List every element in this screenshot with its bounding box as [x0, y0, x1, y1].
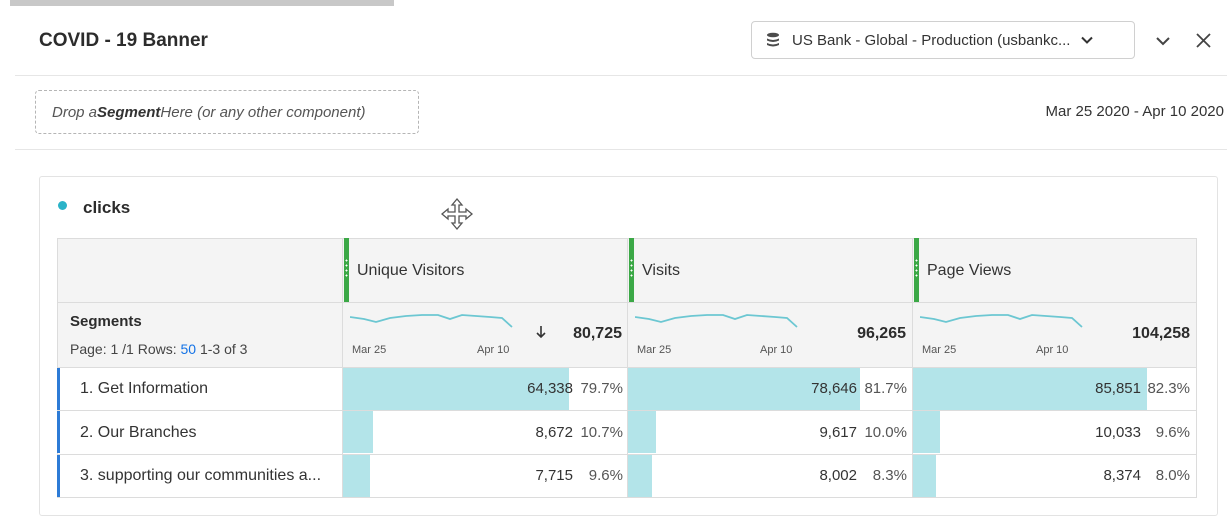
- cell-bar: [628, 455, 652, 497]
- dimension-header-segments[interactable]: Segments: [70, 313, 142, 330]
- move-icon[interactable]: [440, 197, 474, 231]
- cell-percent: 82.3%: [1147, 380, 1190, 397]
- cell-value: 7,715: [535, 467, 573, 484]
- drop-zone-suffix: Here (or any other component): [160, 103, 366, 121]
- metric-header-visits[interactable]: Visits: [642, 262, 680, 280]
- sparkline-start-date: Mar 25: [637, 344, 672, 356]
- row-label[interactable]: 3. supporting our communities a...: [80, 467, 321, 485]
- cell-percent: 8.0%: [1155, 467, 1190, 484]
- sparkline-visits: [635, 314, 798, 328]
- cell-percent: 9.6%: [588, 467, 623, 484]
- panel-title: COVID - 19 Banner: [39, 30, 208, 51]
- top-scroll-strip: [10, 0, 394, 6]
- cell-percent: 8.3%: [872, 467, 907, 484]
- sparkline-end-date: Apr 10: [760, 344, 793, 356]
- column-divider: [1196, 238, 1197, 498]
- metric-drag-handle[interactable]: [629, 238, 634, 302]
- dropzone-divider: [15, 149, 1227, 150]
- metric-header-unique-visitors[interactable]: Unique Visitors: [357, 262, 464, 280]
- page-indicator: Page: 1 /1: [70, 341, 134, 357]
- cell-bar: [913, 411, 940, 453]
- pagination-info: Page: 1 /1 Rows: 50 1-3 of 3: [70, 341, 247, 357]
- visualization-title[interactable]: clicks: [83, 198, 130, 218]
- date-range[interactable]: Mar 25 2020 - Apr 10 2020: [1046, 103, 1224, 120]
- sparkline-unique-visitors: [350, 314, 513, 328]
- sparkline-start-date: Mar 25: [922, 344, 957, 356]
- cell-value: 8,672: [535, 424, 573, 441]
- total-unique-visitors: 80,725: [573, 325, 622, 342]
- drop-zone-bold: Segment: [97, 103, 161, 121]
- total-page-views: 104,258: [1132, 325, 1190, 342]
- cell-value: 8,002: [819, 467, 857, 484]
- cell-percent: 81.7%: [864, 380, 907, 397]
- cell-value: 8,374: [1103, 467, 1141, 484]
- cell-value: 78,646: [811, 380, 857, 397]
- rows-label: Rows:: [137, 341, 177, 357]
- database-icon: [767, 32, 779, 47]
- close-icon[interactable]: [1195, 32, 1212, 49]
- cell-bar: [628, 411, 656, 453]
- metric-drag-handle[interactable]: [344, 238, 349, 302]
- cell-percent: 10.7%: [580, 424, 623, 441]
- sparkline-page-views: [920, 314, 1083, 328]
- metric-header-page-views[interactable]: Page Views: [927, 262, 1011, 280]
- cell-bar: [343, 411, 373, 453]
- cell-percent: 79.7%: [580, 380, 623, 397]
- segment-drop-zone[interactable]: Drop a Segment Here (or any other compon…: [35, 90, 419, 134]
- cell-value: 10,033: [1095, 424, 1141, 441]
- collapse-panel-chevron-icon[interactable]: [1155, 34, 1171, 48]
- cell-value: 85,851: [1095, 380, 1141, 397]
- sparkline-start-date: Mar 25: [352, 344, 387, 356]
- metric-drag-handle[interactable]: [914, 238, 919, 302]
- data-source-label: US Bank - Global - Production (usbankc..…: [792, 31, 1071, 49]
- visualization-status-dot: [58, 201, 67, 210]
- row-label[interactable]: 2. Our Branches: [80, 424, 197, 442]
- row-marker: [57, 368, 60, 410]
- row-range: 1-3 of 3: [199, 341, 248, 357]
- cell-bar: [913, 455, 936, 497]
- total-visits: 96,265: [857, 325, 906, 342]
- cell-value: 64,338: [527, 380, 573, 397]
- chevron-down-icon: [1081, 36, 1094, 44]
- cell-percent: 9.6%: [1155, 424, 1190, 441]
- cell-bar: [343, 455, 370, 497]
- header-divider: [15, 75, 1227, 76]
- rows-per-page-link[interactable]: 50: [181, 341, 197, 357]
- drop-zone-prefix: Drop a: [52, 103, 98, 121]
- data-source-select[interactable]: US Bank - Global - Production (usbankc..…: [751, 21, 1135, 59]
- sparkline-end-date: Apr 10: [477, 344, 510, 356]
- cell-value: 9,617: [819, 424, 857, 441]
- row-marker: [57, 411, 60, 453]
- cell-percent: 10.0%: [864, 424, 907, 441]
- row-marker: [57, 455, 60, 497]
- sparkline-end-date: Apr 10: [1036, 344, 1069, 356]
- row-label[interactable]: 1. Get Information: [80, 380, 208, 398]
